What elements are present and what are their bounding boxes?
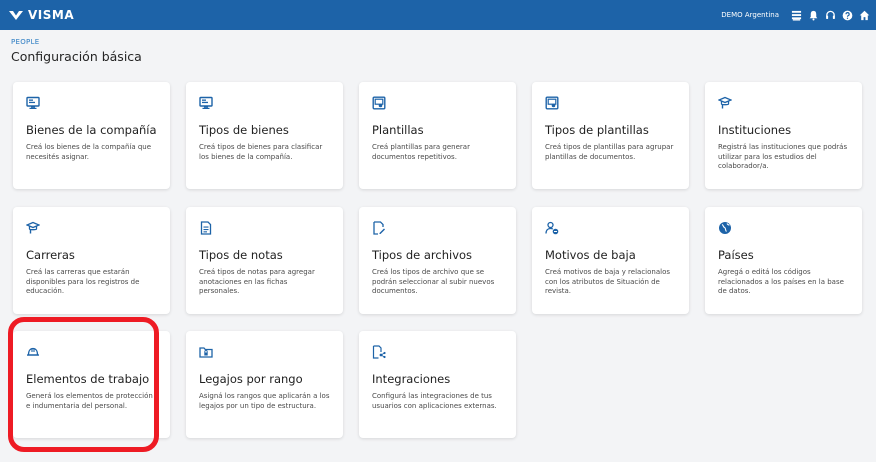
card-title: Países: [718, 248, 754, 262]
home-icon[interactable]: [859, 10, 870, 21]
card-title: Legajos por rango: [199, 372, 303, 386]
globe-icon: [718, 221, 732, 235]
card-title: Tipos de bienes: [199, 123, 289, 137]
card-description: Configurá las integraciones de tus usuar…: [372, 392, 497, 410]
card-description: Creá tipos de plantillas para agrupar pl…: [545, 143, 674, 161]
list-icon[interactable]: [791, 10, 802, 21]
card-description: Generá los elementos de protección e ind…: [26, 392, 153, 410]
file-edit-icon: [372, 221, 386, 235]
breadcrumb[interactable]: PEOPLE: [11, 38, 40, 46]
card-tipos-notas[interactable]: Tipos de notas Creá tipos de notas para …: [186, 207, 343, 314]
card-description: Creá plantillas para generar documentos …: [372, 143, 470, 161]
integration-icon: [372, 345, 386, 359]
card-elementos-trabajo[interactable]: Elementos de trabajo Generá los elemento…: [13, 331, 170, 438]
card-description: Asigná los rangos que aplicarán a los le…: [199, 392, 330, 410]
card-description: Creá tipos de notas para agregar anotaci…: [199, 268, 315, 295]
brand-logo[interactable]: VISMA: [8, 8, 74, 22]
card-title: Tipos de notas: [199, 248, 283, 262]
graduation-cap-icon: [26, 221, 40, 235]
card-description: Creá tipos de bienes para clasificar los…: [199, 143, 323, 161]
card-title: Tipos de plantillas: [545, 123, 649, 137]
card-plantillas[interactable]: Plantillas Creá plantillas para generar …: [359, 82, 516, 189]
card-paises[interactable]: Países Agregá o editá los códigos relaci…: [705, 207, 862, 314]
card-instituciones[interactable]: Instituciones Registrá las instituciones…: [705, 82, 862, 189]
brand-name: VISMA: [28, 8, 75, 22]
card-title: Integraciones: [372, 372, 451, 386]
top-bar: VISMA DEMO Argentina: [0, 0, 876, 30]
card-title: Instituciones: [718, 123, 792, 137]
card-integraciones[interactable]: Integraciones Configurá las integracione…: [359, 331, 516, 438]
card-description: Agregá o editá los códigos relacionados …: [718, 268, 844, 295]
card-title: Tipos de archivos: [372, 248, 473, 262]
card-tipos-archivos[interactable]: Tipos de archivos Creá los tipos de arch…: [359, 207, 516, 314]
card-tipos-bienes[interactable]: Tipos de bienes Creá tipos de bienes par…: [186, 82, 343, 189]
monitor-icon: [199, 96, 213, 110]
card-title: Elementos de trabajo: [26, 372, 150, 386]
headset-icon[interactable]: [825, 10, 836, 21]
card-motivos-baja[interactable]: Motivos de baja Creá motivos de baja y r…: [532, 207, 689, 314]
card-legajos-rango[interactable]: Legajos por rango Asigná los rangos que …: [186, 331, 343, 438]
card-title: Plantillas: [372, 123, 424, 137]
visma-logo-icon: [9, 11, 23, 20]
card-carreras[interactable]: Carreras Creá las carreras que estarán d…: [13, 207, 170, 314]
card-description: Creá los bienes de la compañía que neces…: [26, 143, 152, 161]
user-remove-icon: [545, 221, 559, 235]
template-icon: [545, 96, 559, 110]
card-description: Creá los tipos de archivo que se podrán …: [372, 268, 495, 295]
card-title: Bienes de la compañía: [26, 123, 157, 137]
monitor-icon: [26, 96, 40, 110]
card-title: Carreras: [26, 248, 75, 262]
card-description: Creá las carreras que estarán disponible…: [26, 268, 140, 295]
help-icon[interactable]: [842, 10, 853, 21]
card-title: Motivos de baja: [545, 248, 636, 262]
card-tipos-plantillas[interactable]: Tipos de plantillas Creá tipos de planti…: [532, 82, 689, 189]
graduation-cap-icon: [718, 96, 732, 110]
card-bienes[interactable]: Bienes de la compañía Creá los bienes de…: [13, 82, 170, 189]
hard-hat-icon: [26, 345, 40, 359]
company-selector[interactable]: DEMO Argentina: [721, 11, 779, 19]
card-description: Creá motivos de baja y relacionalos con …: [545, 268, 670, 295]
folder-lock-icon: [199, 345, 213, 359]
page-title: Configuración básica: [11, 49, 142, 64]
bell-icon[interactable]: [808, 10, 819, 21]
document-icon: [199, 221, 213, 235]
card-description: Registrá las instituciones que podrás ut…: [718, 143, 848, 170]
template-icon: [372, 96, 386, 110]
